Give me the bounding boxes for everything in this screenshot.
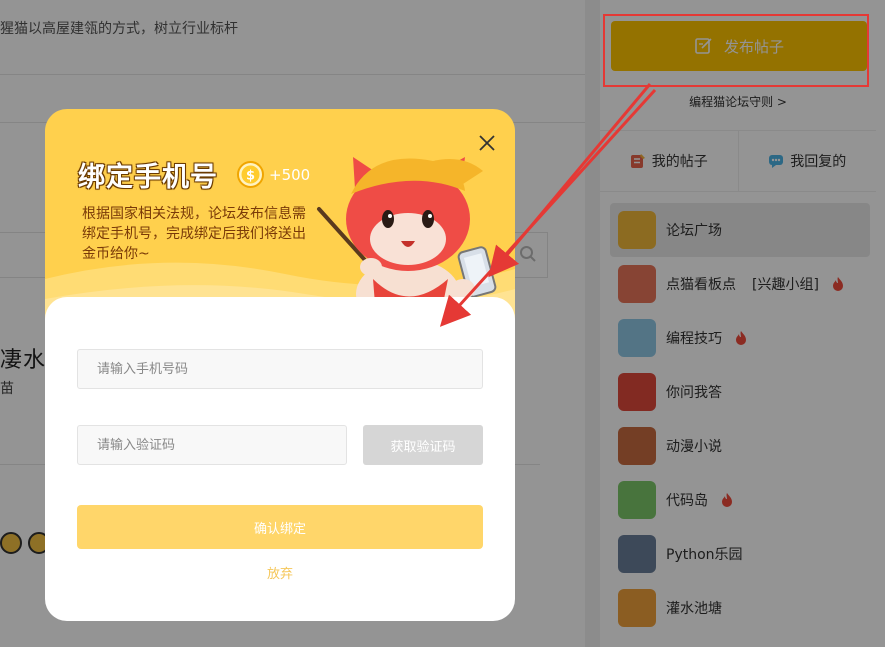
- close-icon[interactable]: [473, 129, 501, 157]
- confirm-bind-button[interactable]: 确认绑定: [77, 505, 483, 549]
- dialog-description: 根据国家相关法规，论坛发布信息需绑定手机号，完成绑定后我们将送出金币给你~: [82, 206, 306, 262]
- coin-bonus-amount: +500: [269, 166, 311, 184]
- bind-phone-dialog: 绑定手机号 $ +500 根据国家相关法规，论坛发布信息需绑定手机号，完成绑定后…: [45, 109, 515, 621]
- get-verification-code-button[interactable]: 获取验证码: [363, 425, 483, 465]
- phone-number-input[interactable]: [77, 349, 483, 389]
- abandon-link[interactable]: 放弃: [45, 563, 515, 582]
- verification-code-input[interactable]: [77, 425, 347, 465]
- highlight-box: [603, 14, 869, 87]
- cat-mascot-icon: [317, 157, 497, 319]
- dialog-title: 绑定手机号: [78, 162, 218, 193]
- dialog-body: 获取验证码 确认绑定 放弃: [45, 297, 515, 621]
- gold-coin-icon: $: [237, 161, 264, 188]
- svg-text:$: $: [246, 169, 255, 184]
